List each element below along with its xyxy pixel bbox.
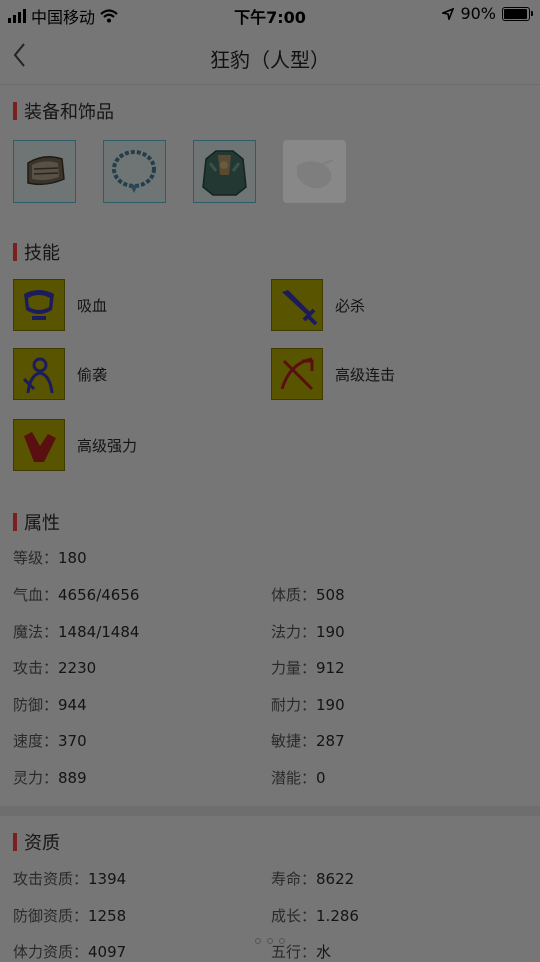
armor-icon — [202, 150, 247, 196]
qualification-stamina: 体力资质：4097 — [13, 943, 127, 961]
page-indicator — [0, 938, 540, 944]
section-title-text: 技能 — [24, 243, 60, 264]
section-accent-bar — [13, 513, 17, 531]
attribute-mp: 魔法：1484/1484 — [13, 623, 140, 641]
section-title-text: 资质 — [24, 833, 60, 854]
skill-item[interactable]: 偷袭 — [13, 348, 107, 400]
page-dot — [279, 938, 285, 944]
location-arrow-icon — [442, 7, 455, 20]
equipment-list — [13, 140, 346, 203]
section-title-qualifications: 资质 — [13, 829, 60, 855]
attribute-agility: 敏捷：287 — [271, 732, 345, 750]
necklace-icon — [112, 150, 156, 193]
qualification-element: 五行：水 — [271, 943, 332, 961]
attribute-potential: 潜能：0 — [271, 769, 326, 787]
equipment-slot-necklace[interactable] — [103, 140, 166, 203]
section-title-text: 装备和饰品 — [24, 102, 114, 123]
attribute-hp: 气血：4656/4656 — [13, 586, 140, 604]
section-title-attributes: 属性 — [13, 509, 60, 535]
skill-label: 高级强力 — [77, 436, 138, 455]
status-right: 90% — [442, 4, 533, 23]
vampire-skill-icon — [13, 279, 65, 331]
skill-label: 必杀 — [335, 296, 366, 315]
nav-bar: 狂豹（人型） — [0, 28, 540, 85]
qualification-growth: 成长：1.286 — [271, 907, 359, 925]
section-title-text: 属性 — [24, 513, 60, 534]
combo-skill-icon — [271, 348, 323, 400]
equipment-slot-armguard[interactable] — [13, 140, 76, 203]
armguard-icon — [27, 156, 65, 186]
attribute-constitution: 体质：508 — [271, 586, 345, 604]
attribute-strength: 力量：912 — [271, 659, 345, 677]
attribute-defense: 防御：944 — [13, 696, 87, 714]
skill-item[interactable]: 高级强力 — [13, 419, 137, 471]
section-accent-bar — [13, 102, 17, 120]
battery-percent: 90% — [460, 4, 496, 23]
attribute-spirit: 灵力：889 — [13, 769, 87, 787]
attribute-magic-power: 法力：190 — [271, 623, 345, 641]
sneak-attack-skill-icon — [13, 348, 65, 400]
equipment-slot-armor[interactable] — [193, 140, 256, 203]
qualification-defense: 防御资质：1258 — [13, 907, 127, 925]
qualification-lifespan: 寿命：8622 — [271, 870, 355, 888]
section-accent-bar — [13, 833, 17, 851]
section-accent-bar — [13, 243, 17, 261]
attribute-level: 等级：180 — [13, 549, 87, 567]
page-title: 狂豹（人型） — [210, 48, 330, 72]
empty-pouch-icon — [297, 159, 334, 189]
section-divider — [0, 806, 540, 816]
equipment-slot-empty[interactable] — [283, 140, 346, 203]
attribute-endurance: 耐力：190 — [271, 696, 345, 714]
skill-label: 高级连击 — [335, 365, 396, 384]
skill-label: 吸血 — [77, 296, 108, 315]
skill-label: 偷袭 — [77, 365, 108, 384]
page-dot — [255, 938, 261, 944]
skill-item[interactable]: 必杀 — [271, 279, 365, 331]
skill-item[interactable]: 高级连击 — [271, 348, 395, 400]
sword-skill-icon — [271, 279, 323, 331]
attribute-attack: 攻击：2230 — [13, 659, 97, 677]
skill-item[interactable]: 吸血 — [13, 279, 107, 331]
status-bar: 中国移动 下午7:00 90% — [0, 0, 540, 28]
section-title-skills: 技能 — [13, 239, 60, 265]
attribute-speed: 速度：370 — [13, 732, 87, 750]
qualification-attack: 攻击资质：1394 — [13, 870, 127, 888]
page-dot — [267, 938, 273, 944]
section-title-equipment: 装备和饰品 — [13, 98, 114, 124]
battery-icon — [502, 6, 533, 21]
power-skill-icon — [13, 419, 65, 471]
